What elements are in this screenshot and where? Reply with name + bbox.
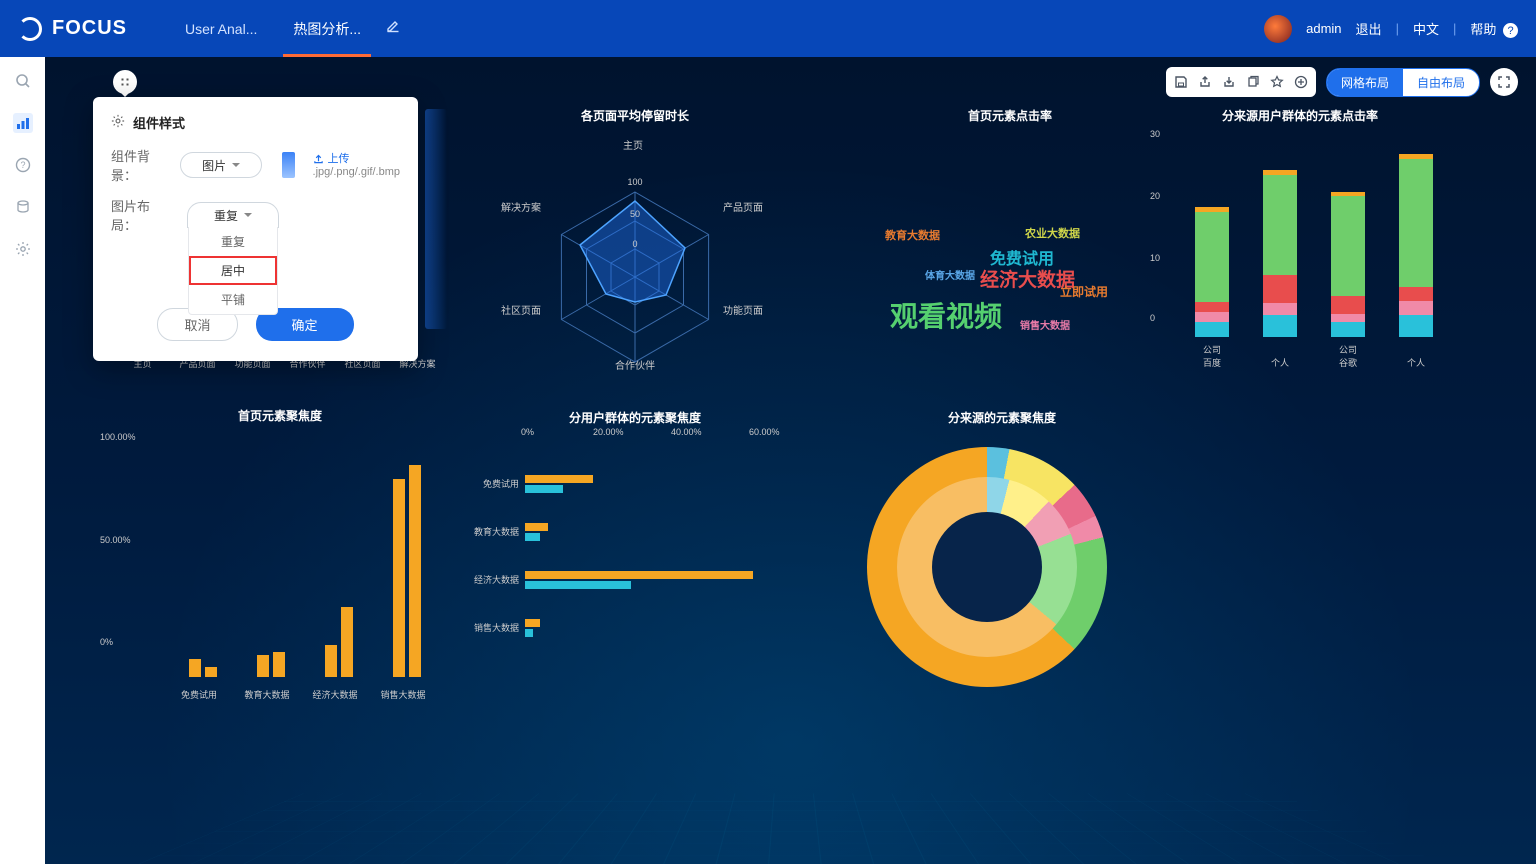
hbar-row: 教育大数据 bbox=[525, 523, 795, 541]
layout-option-tile[interactable]: 平铺 bbox=[189, 285, 277, 314]
donut-chart: 分来源的元素聚焦度 bbox=[837, 409, 1147, 709]
toolbar-group bbox=[1166, 67, 1316, 97]
group-focus-hbar: 分用户群体的元素聚焦度 0% 20.00% 40.00% 60.00% 免费试用… bbox=[465, 409, 805, 699]
wordcloud-word: 农业大数据 bbox=[1025, 225, 1080, 241]
wordcloud-title: 首页元素点击率 bbox=[865, 107, 1155, 124]
wordcloud-word: 观看视频 bbox=[890, 295, 1002, 335]
stacked-bar-chart: 分来源用户群体的元素点击率 30 20 10 0 公司百度个人公司谷歌个人 bbox=[1150, 107, 1450, 367]
add-icon[interactable] bbox=[1290, 71, 1312, 93]
hbar-row: 经济大数据 bbox=[525, 571, 795, 589]
layout-dropdown: 重复 居中 平铺 bbox=[188, 227, 278, 315]
lang-toggle[interactable]: 中文 bbox=[1413, 19, 1439, 38]
popover-row-layout: 图片布局： 重复 重复 居中 平铺 bbox=[111, 196, 400, 234]
focus-bar-chart: 首页元素聚焦度 100.00% 50.00% 0% 免费试用教育大数据经济大数据… bbox=[100, 407, 460, 697]
radar-svg: 100 50 0 bbox=[465, 132, 805, 392]
popover-row-background: 组件背景： 图片 上传 .jpg/.png/.gif/.bmp bbox=[111, 146, 400, 184]
donut-hole bbox=[932, 512, 1042, 622]
separator: | bbox=[1396, 21, 1399, 36]
stacked-xlabel: 公司谷歌 bbox=[1323, 343, 1373, 369]
copy-icon[interactable] bbox=[1242, 71, 1264, 93]
logo-icon bbox=[18, 17, 42, 41]
select-image-layout[interactable]: 重复 重复 居中 平铺 bbox=[187, 202, 279, 228]
layout-option-center[interactable]: 居中 bbox=[189, 256, 277, 285]
focus-bar-title: 首页元素聚焦度 bbox=[100, 407, 460, 424]
separator: | bbox=[1453, 21, 1456, 36]
logout-link[interactable]: 退出 bbox=[1356, 19, 1382, 38]
panel-1-edge bbox=[425, 109, 447, 329]
help-circle-icon[interactable]: ? bbox=[13, 155, 33, 175]
background-preview-swatch bbox=[282, 152, 294, 178]
help-link[interactable]: 帮助 ? bbox=[1470, 19, 1518, 39]
wordcloud-word: 免费试用 bbox=[990, 245, 1054, 269]
hbar-row: 免费试用 bbox=[525, 475, 795, 493]
upload-types-hint: .jpg/.png/.gif/.bmp bbox=[313, 166, 400, 179]
svg-text:0: 0 bbox=[632, 239, 637, 249]
label-image-layout: 图片布局： bbox=[111, 196, 173, 234]
svg-text:50: 50 bbox=[630, 209, 640, 219]
radar-title: 各页面平均停留时长 bbox=[465, 107, 805, 124]
tab-heatmap-analysis[interactable]: 热图分析... bbox=[275, 0, 379, 57]
layout-free-option[interactable]: 自由布局 bbox=[1403, 69, 1479, 96]
bar-xlabel: 教育大数据 bbox=[237, 688, 297, 701]
database-icon[interactable] bbox=[13, 197, 33, 217]
component-style-popover: 组件样式 组件背景： 图片 上传 .jpg/.png/.gif/.bmp 图片布… bbox=[93, 97, 418, 361]
wordcloud-chart: 首页元素点击率 观看视频经济大数据免费试用立即试用农业大数据教育大数据体育大数据… bbox=[825, 107, 1155, 347]
gear-icon[interactable] bbox=[13, 239, 33, 259]
bar-xlabel: 经济大数据 bbox=[305, 688, 365, 701]
popover-title: 组件样式 bbox=[111, 113, 400, 132]
gear-icon bbox=[111, 114, 125, 131]
fullscreen-icon[interactable] bbox=[1490, 68, 1518, 96]
wordcloud-word: 销售大数据 bbox=[1020, 317, 1070, 332]
stacked-xlabel: 个人 bbox=[1255, 356, 1305, 369]
star-icon[interactable] bbox=[1266, 71, 1288, 93]
header-right: admin 退出 | 中文 | 帮助 ? bbox=[1264, 15, 1518, 43]
label-background: 组件背景： bbox=[111, 146, 166, 184]
layout-toggle: 网格布局 自由布局 bbox=[1326, 68, 1480, 97]
left-sidebar: ? bbox=[0, 57, 45, 864]
export-icon[interactable] bbox=[1194, 71, 1216, 93]
username: admin bbox=[1306, 21, 1341, 36]
hbar-title: 分用户群体的元素聚焦度 bbox=[465, 409, 805, 426]
search-icon[interactable] bbox=[13, 71, 33, 91]
brand[interactable]: FOCUS bbox=[18, 17, 127, 41]
avatar[interactable] bbox=[1264, 15, 1292, 43]
svg-text:?: ? bbox=[20, 160, 25, 170]
top-bar: FOCUS User Anal... 热图分析... admin 退出 | 中文… bbox=[0, 0, 1536, 57]
upload-link[interactable]: 上传 bbox=[313, 150, 400, 166]
radar-chart: 各页面平均停留时长 100 50 0 主页 产品页面 功能页面 合作伙伴 社区页… bbox=[465, 107, 805, 402]
wordcloud-word: 教育大数据 bbox=[885, 227, 940, 243]
stacked-title: 分来源用户群体的元素点击率 bbox=[1150, 107, 1450, 124]
component-style-handle[interactable] bbox=[113, 70, 137, 94]
donut-title: 分来源的元素聚焦度 bbox=[857, 409, 1147, 426]
save-icon[interactable] bbox=[1170, 71, 1192, 93]
dashboard-canvas: 主页产品页面功能页面合作伙伴社区页面解决方案 组件样式 组件背景： 图片 上传 … bbox=[45, 57, 1536, 864]
svg-text:100: 100 bbox=[627, 177, 642, 187]
tab-user-analysis[interactable]: User Anal... bbox=[167, 0, 275, 57]
edit-tab-icon[interactable] bbox=[385, 18, 401, 39]
canvas-toolbar: 网格布局 自由布局 bbox=[1166, 67, 1518, 97]
layout-grid-option[interactable]: 网格布局 bbox=[1327, 69, 1403, 96]
stacked-xlabel: 公司百度 bbox=[1187, 343, 1237, 369]
select-background-type[interactable]: 图片 bbox=[180, 152, 262, 178]
floor-decor bbox=[45, 794, 1536, 864]
dashboard-icon[interactable] bbox=[13, 113, 33, 133]
wordcloud-word: 体育大数据 bbox=[925, 267, 975, 282]
stacked-xlabel: 个人 bbox=[1391, 356, 1441, 369]
help-icon: ? bbox=[1503, 23, 1518, 38]
import-icon[interactable] bbox=[1218, 71, 1240, 93]
brand-text: FOCUS bbox=[52, 17, 127, 40]
bar-xlabel: 免费试用 bbox=[169, 688, 229, 701]
bar-xlabel: 销售大数据 bbox=[373, 688, 433, 701]
hbar-row: 销售大数据 bbox=[525, 619, 795, 637]
layout-option-repeat[interactable]: 重复 bbox=[189, 227, 277, 256]
wordcloud-word: 立即试用 bbox=[1060, 283, 1108, 300]
